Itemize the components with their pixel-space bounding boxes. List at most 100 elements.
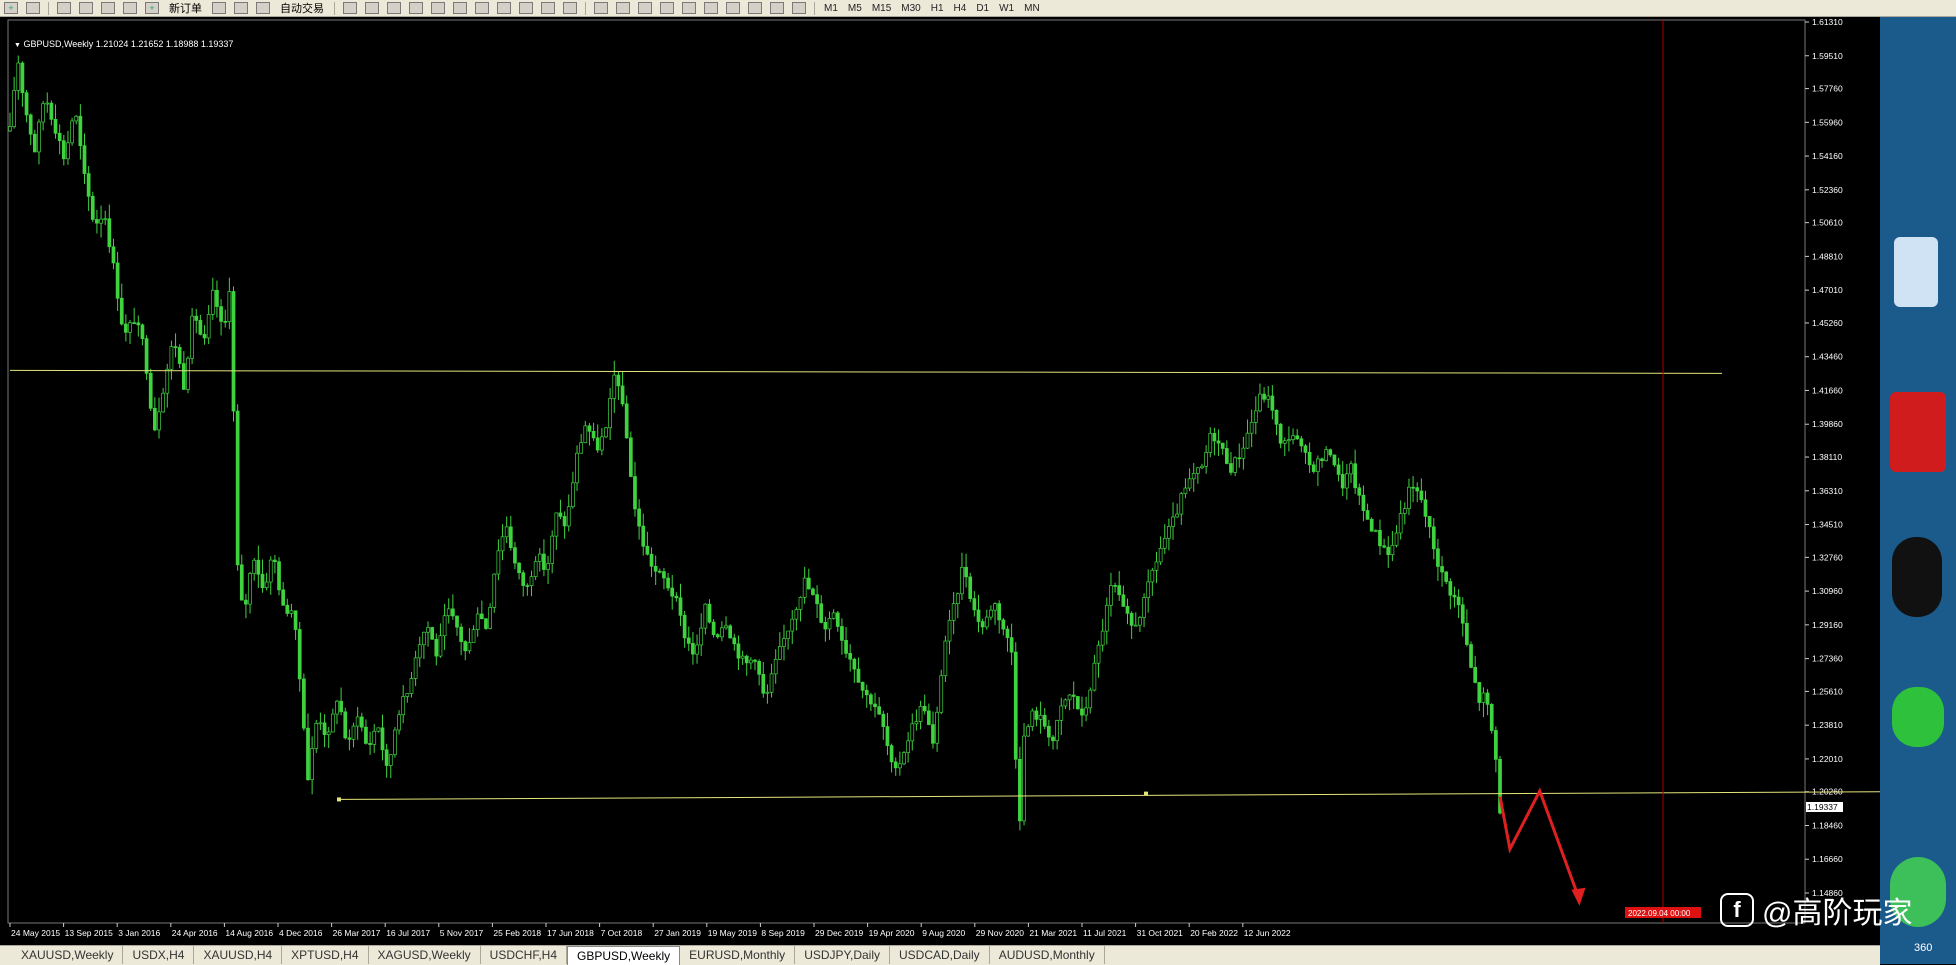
x-tick-label: 27 Jan 2019: [654, 928, 701, 938]
candle-body: [889, 745, 894, 763]
chart-shift-icon[interactable]: [475, 2, 489, 14]
trendline-icon[interactable]: [682, 2, 696, 14]
candle-body: [877, 706, 882, 715]
cursor-icon[interactable]: [594, 2, 608, 14]
x-tick-label: 29 Dec 2019: [815, 928, 863, 938]
candle-body: [1133, 624, 1138, 627]
text-label-icon[interactable]: [770, 2, 784, 14]
candle-body: [1423, 499, 1428, 517]
vertical-line-icon[interactable]: [638, 2, 652, 14]
toolbar-separator: [814, 1, 815, 15]
candle-body: [351, 725, 356, 740]
new-order-icon[interactable]: +: [145, 2, 159, 14]
candle-body: [1361, 494, 1366, 511]
candle-body: [728, 625, 733, 639]
new-chart-icon[interactable]: +: [4, 2, 18, 14]
terminal-icon[interactable]: [123, 2, 137, 14]
time-axis: 24 May 2015 13 Sep 2015 3 Jan 2016 24 Apr 2…: [9, 923, 1291, 938]
candle-body: [881, 713, 886, 727]
market-watch-icon[interactable]: [57, 2, 71, 14]
data-window-icon[interactable]: [79, 2, 93, 14]
timeframe-m5-button[interactable]: M5: [848, 3, 862, 14]
chart-tab[interactable]: XAUUSD,H4: [194, 946, 283, 964]
templates-icon[interactable]: [563, 2, 577, 14]
arrows-icon[interactable]: [792, 2, 806, 14]
candle-body: [529, 576, 534, 586]
candle-body: [417, 644, 422, 659]
chart-tab[interactable]: USDJPY,Daily: [795, 946, 890, 964]
crosshair-icon[interactable]: [616, 2, 630, 14]
price-chart[interactable]: 1.61310 1.59510 1.57760 1.55960 1.54160 1.523…: [0, 17, 1881, 945]
periods-icon[interactable]: [541, 2, 555, 14]
auto-trade-button[interactable]: 自动交易: [280, 0, 324, 16]
candle-body: [628, 437, 633, 477]
timeframe-h1-button[interactable]: H1: [931, 3, 944, 14]
timeframe-mn-button[interactable]: MN: [1024, 3, 1040, 14]
chart-tab[interactable]: XAGUSD,Weekly: [369, 946, 481, 964]
fibonacci-icon[interactable]: [726, 2, 740, 14]
candle-body: [724, 625, 728, 629]
chart-area[interactable]: 1.61310 1.59510 1.57760 1.55960 1.54160 1.523…: [0, 17, 1881, 945]
y-tick-label: 1.36310: [1812, 486, 1843, 496]
candle-body: [61, 140, 66, 160]
desktop-icon-wechat[interactable]: [1892, 687, 1944, 747]
candle-body: [484, 618, 488, 629]
candle-body: [885, 726, 890, 746]
candle-body: [707, 603, 712, 623]
auto-trade-icon[interactable]: [256, 2, 270, 14]
zoom-out-icon[interactable]: [431, 2, 445, 14]
chart-tab[interactable]: AUDUSD,Monthly: [990, 946, 1105, 964]
bar-chart-icon[interactable]: [343, 2, 357, 14]
candle-body: [339, 700, 343, 713]
line-chart-icon[interactable]: [387, 2, 401, 14]
chart-tab[interactable]: GBPUSD,Weekly: [567, 946, 681, 965]
support-line: [339, 791, 1881, 800]
candle-body: [873, 703, 877, 708]
x-tick-label: 16 Jul 2017: [386, 928, 430, 938]
chart-tab[interactable]: XAUUSD,Weekly: [12, 946, 124, 964]
indicators-icon[interactable]: [519, 2, 533, 14]
horizontal-line-icon[interactable]: [660, 2, 674, 14]
chart-tab[interactable]: EURUSD,Monthly: [680, 946, 796, 964]
candle-body: [1278, 423, 1283, 444]
desktop-icon-recycle[interactable]: [1894, 237, 1938, 307]
candle-body: [1245, 432, 1250, 449]
candle-body: [1398, 513, 1403, 534]
zoom-in-icon[interactable]: [409, 2, 423, 14]
profiles-icon[interactable]: [26, 2, 40, 14]
candle-body: [769, 673, 774, 693]
new-order-button[interactable]: 新订单: [169, 0, 202, 16]
timeframe-h4-button[interactable]: H4: [954, 3, 967, 14]
candle-body: [70, 120, 74, 144]
chart-tab[interactable]: USDCAD,Daily: [890, 946, 990, 964]
candlestick-icon[interactable]: [365, 2, 379, 14]
candle-body: [273, 559, 277, 563]
channel-icon[interactable]: [704, 2, 718, 14]
desktop-icon-red-app[interactable]: [1890, 392, 1946, 472]
candle-body: [165, 368, 170, 394]
timeframe-m30-button[interactable]: M30: [901, 3, 920, 14]
timeframe-m1-button[interactable]: M1: [824, 3, 838, 14]
timeframe-m15-button[interactable]: M15: [872, 3, 891, 14]
watermark-text: @高阶玩家: [1762, 897, 1913, 930]
tile-windows-icon[interactable]: [453, 2, 467, 14]
y-tick-label: 1.34510: [1812, 520, 1843, 530]
strategy-tester-icon[interactable]: [234, 2, 248, 14]
chart-tab[interactable]: USDCHF,H4: [481, 946, 568, 964]
chart-tab[interactable]: USDX,H4: [123, 946, 195, 964]
timeframe-d1-button[interactable]: D1: [976, 3, 989, 14]
metaeditor-icon[interactable]: [212, 2, 226, 14]
autoscroll-icon[interactable]: [497, 2, 511, 14]
candle-body: [368, 743, 372, 745]
navigator-icon[interactable]: [101, 2, 115, 14]
chart-tab[interactable]: XPTUSD,H4: [282, 946, 369, 964]
candle-body: [1162, 537, 1167, 549]
timeframe-w1-button[interactable]: W1: [999, 3, 1014, 14]
desktop-icon-qq[interactable]: [1892, 537, 1942, 617]
candle-body: [8, 126, 12, 132]
candle-body: [1481, 692, 1486, 703]
candle-body: [219, 306, 223, 322]
text-icon[interactable]: [748, 2, 762, 14]
y-tick-label: 1.41660: [1812, 385, 1843, 395]
candle-body: [554, 512, 559, 537]
